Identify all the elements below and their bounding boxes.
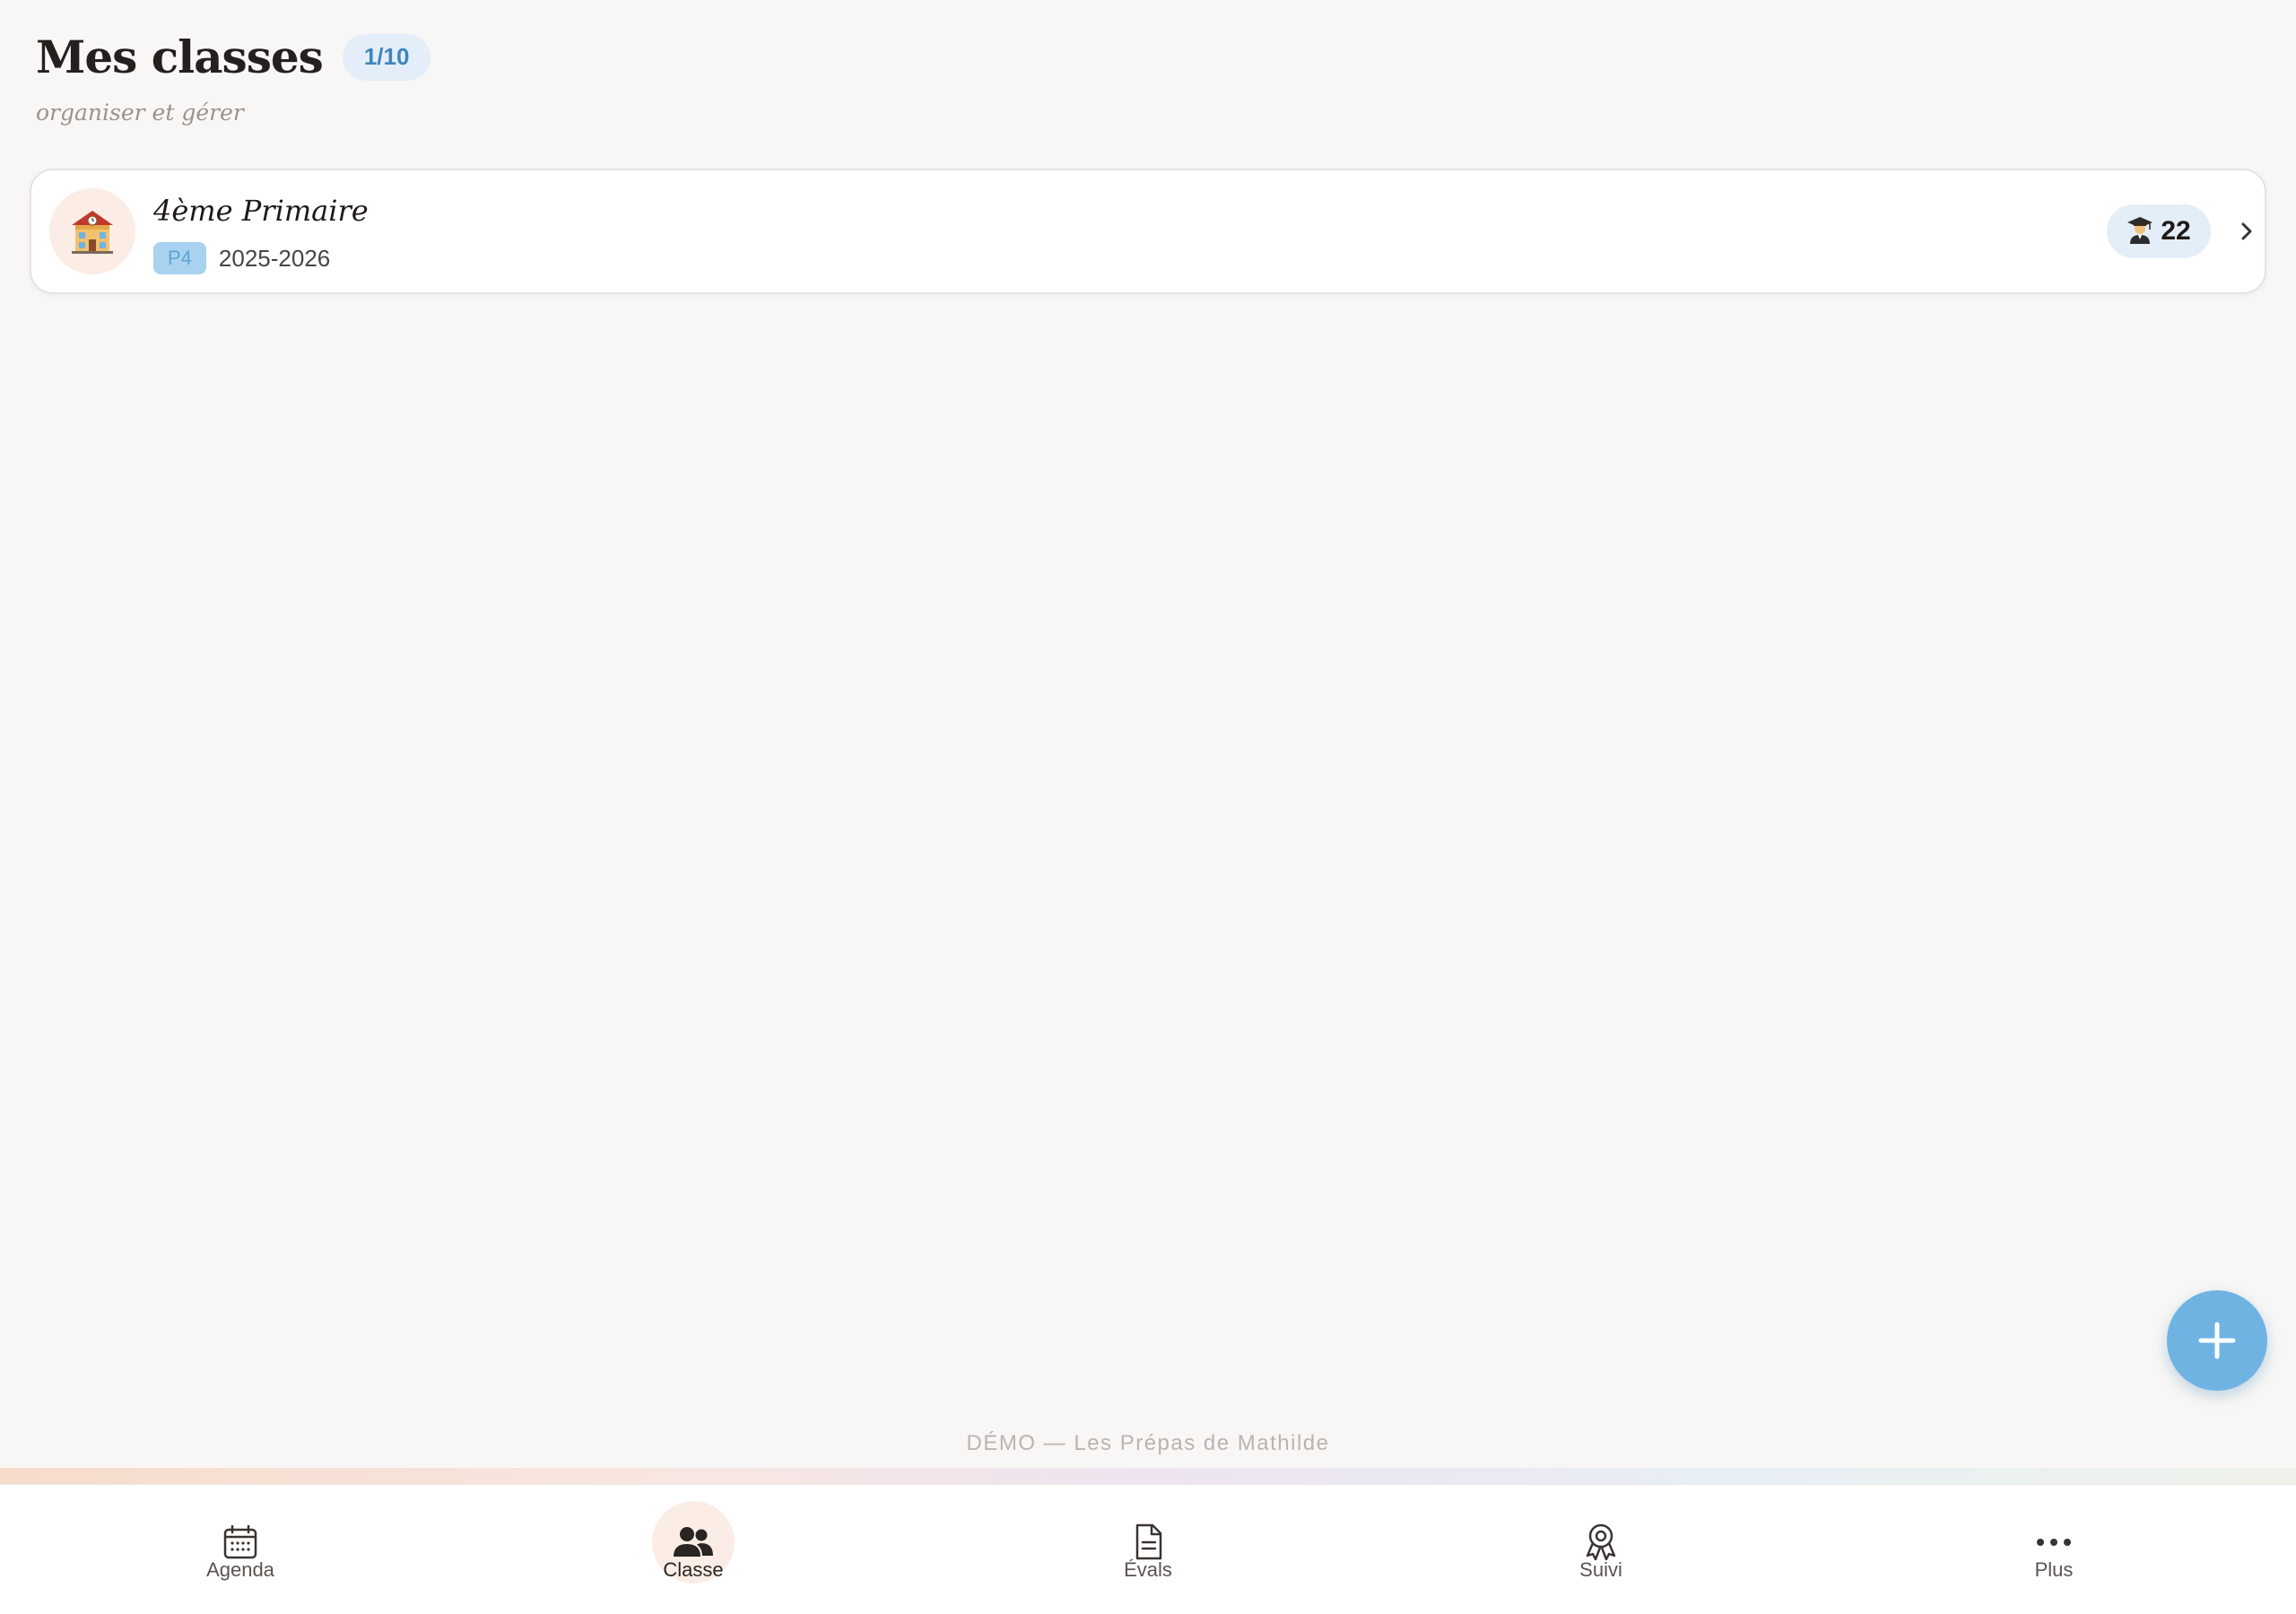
- level-tag: P4: [153, 242, 206, 274]
- student-count: 22: [2161, 216, 2191, 246]
- page-title: Mes classes: [36, 30, 324, 83]
- nav-item-evals[interactable]: Évals: [969, 1485, 1327, 1614]
- nav-label-suivi: Suivi: [1579, 1558, 1622, 1581]
- nav-item-suivi[interactable]: Suivi: [1422, 1485, 1780, 1614]
- class-count-badge: 1/10: [342, 33, 431, 81]
- school-building-icon: [49, 188, 135, 274]
- users-icon: [674, 1527, 713, 1557]
- chevron-right-icon[interactable]: [2231, 215, 2263, 247]
- class-name: 4ème Primaire: [153, 194, 369, 228]
- nav-item-plus[interactable]: Plus: [1874, 1485, 2233, 1614]
- plus-icon: [2198, 1322, 2236, 1359]
- nav-label-evals: Évals: [1124, 1558, 1172, 1581]
- nav-item-agenda[interactable]: Agenda: [61, 1485, 420, 1614]
- nav-item-classe[interactable]: Classe: [514, 1485, 873, 1614]
- classes-page: Mes classes 1/10 organiser et gérer 4ème…: [0, 0, 2296, 1614]
- class-meta: P4 2025-2026: [153, 242, 369, 274]
- document-icon: [1135, 1523, 1162, 1560]
- decorative-gradient-strip: [0, 1468, 2296, 1484]
- page-header: Mes classes 1/10 organiser et gérer: [36, 30, 431, 126]
- calendar-icon: [223, 1524, 257, 1559]
- more-icon: [2037, 1539, 2071, 1546]
- award-icon: [1586, 1523, 1616, 1561]
- nav-label-plus: Plus: [2034, 1558, 2074, 1581]
- demo-footer-text: DÉMO — Les Prépas de Mathilde: [966, 1431, 1330, 1455]
- add-class-button[interactable]: [2167, 1290, 2267, 1391]
- class-card[interactable]: 4ème Primaire P4 2025-2026 22: [30, 169, 2266, 294]
- nav-label-agenda: Agenda: [206, 1558, 274, 1581]
- title-row: Mes classes 1/10: [36, 30, 431, 83]
- class-info: 4ème Primaire P4 2025-2026: [153, 194, 369, 274]
- student-icon: [2126, 215, 2153, 248]
- page-subtitle: organiser et gérer: [36, 100, 244, 126]
- bottom-nav: Agenda Classe Évals Suivi Plus: [0, 1484, 2296, 1614]
- student-count-badge: 22: [2107, 204, 2211, 258]
- nav-label-classe: Classe: [663, 1558, 724, 1581]
- school-year: 2025-2026: [218, 244, 331, 272]
